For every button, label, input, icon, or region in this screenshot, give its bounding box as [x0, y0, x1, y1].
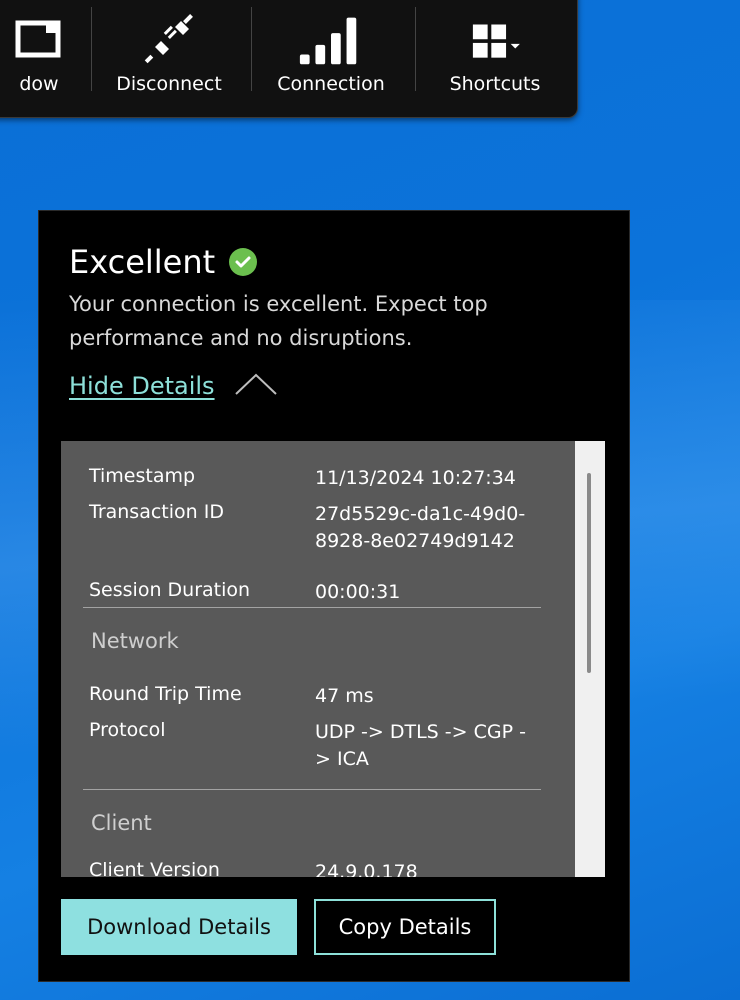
toolbar-shortcuts-label: Shortcuts: [449, 73, 541, 95]
grid-dropdown-icon: [460, 7, 530, 67]
toolbar-separator: [91, 7, 92, 91]
scrollbar-thumb[interactable]: [587, 473, 591, 673]
disconnect-plug-icon: [134, 7, 204, 67]
detail-value: 00:00:31: [315, 581, 401, 603]
toolbar-window-button[interactable]: dow: [0, 1, 89, 109]
detail-key: Transaction ID: [89, 501, 224, 523]
toolbar-window-label: dow: [19, 73, 59, 95]
copy-details-button[interactable]: Copy Details: [314, 899, 496, 955]
details-scrollbar[interactable]: [575, 441, 605, 877]
section-heading-network: Network: [91, 629, 179, 653]
detail-value: 47 ms: [315, 685, 374, 707]
chevron-up-icon: [233, 371, 279, 401]
detail-value: 27d5529c-da1c-49d0-8928-8e02749d9142: [315, 503, 526, 552]
download-details-button[interactable]: Download Details: [61, 899, 297, 955]
session-toolbar: dow Disconnect Connection Shortcuts: [0, 0, 578, 118]
section-heading-client: Client: [91, 811, 152, 835]
connection-status-panel: Excellent Your connection is excellent. …: [38, 210, 630, 982]
detail-value: UDP -> DTLS -> CGP -> ICA: [315, 721, 526, 770]
toolbar-connection-button[interactable]: Connection: [261, 1, 401, 109]
window-icon: [4, 7, 74, 67]
toolbar-disconnect-button[interactable]: Disconnect: [101, 1, 237, 109]
detail-key: Protocol: [89, 719, 166, 741]
status-title: Excellent: [69, 243, 216, 281]
toolbar-separator: [251, 7, 252, 91]
details-scroll-area[interactable]: Timestamp 11/13/2024 10:27:34 Transactio…: [61, 441, 605, 877]
detail-key: Client Version: [89, 859, 220, 877]
detail-key: Timestamp: [89, 465, 196, 487]
detail-value: 24.9.0.178: [315, 861, 418, 877]
detail-key: Round Trip Time: [89, 683, 242, 705]
toolbar-connection-label: Connection: [277, 73, 385, 95]
hide-details-toggle[interactable]: Hide Details: [69, 371, 279, 401]
signal-bars-icon: [296, 7, 366, 67]
toolbar-disconnect-label: Disconnect: [116, 73, 222, 95]
detail-value: 11/13/2024 10:27:34: [315, 467, 516, 489]
toolbar-shortcuts-button[interactable]: Shortcuts: [425, 1, 565, 109]
status-description: Your connection is excellent. Expect top…: [69, 292, 488, 350]
section-divider: [83, 607, 541, 608]
section-divider: [83, 789, 541, 790]
detail-key: Session Duration: [89, 579, 251, 601]
hide-details-link[interactable]: Hide Details: [69, 372, 215, 400]
status-heading: Excellent: [69, 243, 258, 281]
toolbar-separator: [415, 7, 416, 91]
check-circle-icon: [229, 248, 258, 276]
